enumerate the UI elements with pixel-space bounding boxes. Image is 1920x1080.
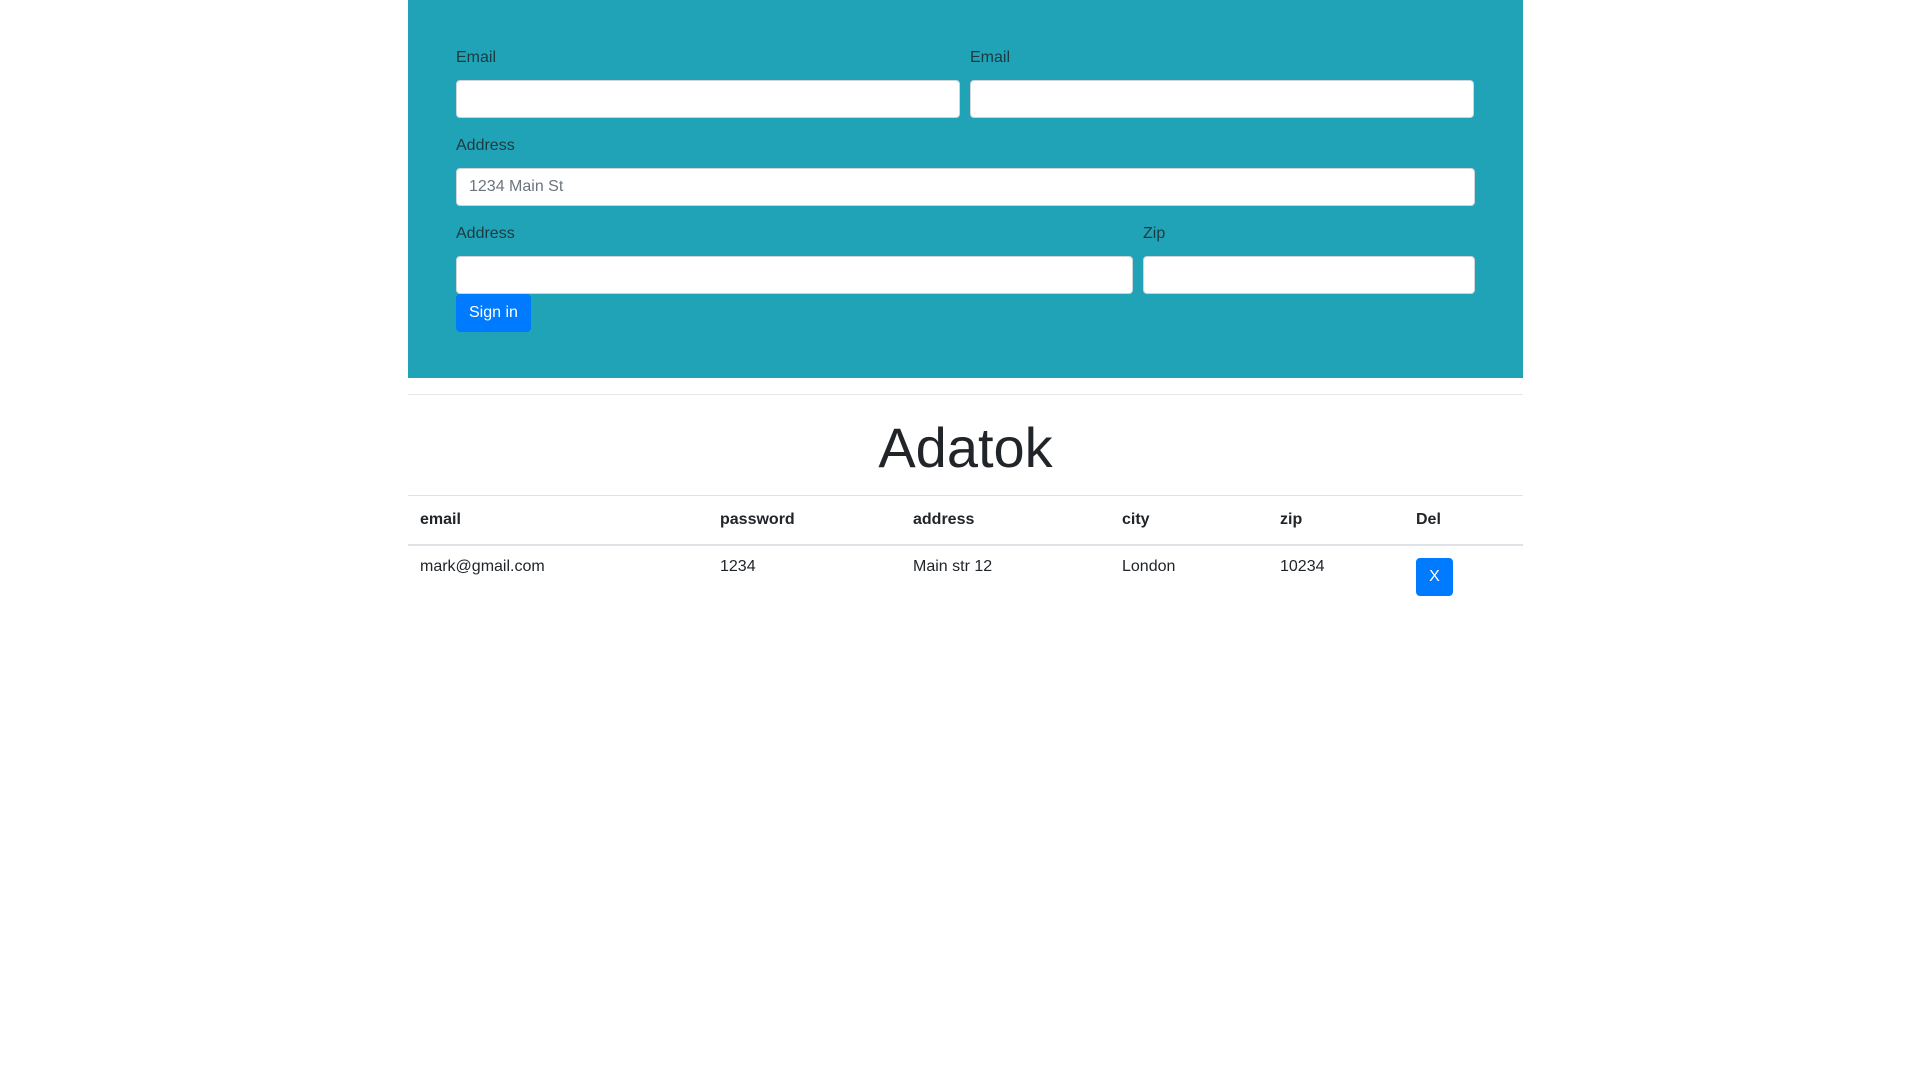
- email-field-2[interactable]: [970, 80, 1474, 118]
- sign-in-button[interactable]: Sign in: [456, 294, 531, 332]
- section-divider: [408, 394, 1523, 395]
- cell-delete: X: [1404, 545, 1523, 608]
- address-group: Address: [456, 136, 1475, 206]
- cell-address: Main str 12: [913, 557, 993, 575]
- form-row-emails: Email Email: [456, 48, 1475, 118]
- cell-zip: 10234: [1280, 557, 1325, 575]
- form-row-address2-zip: Address Zip: [456, 224, 1475, 294]
- column-header-zip: zip: [1268, 495, 1404, 546]
- table-row: mark@gmail.com 1234 Main str 12 London 1…: [408, 545, 1523, 608]
- column-header-city: city: [1110, 495, 1268, 546]
- address-field[interactable]: [456, 168, 1475, 206]
- column-header-email: email: [408, 495, 708, 546]
- form-row-address: Address: [456, 136, 1475, 206]
- zip-field[interactable]: [1143, 256, 1475, 294]
- email-field-1[interactable]: [456, 80, 960, 118]
- address2-field[interactable]: [456, 256, 1133, 294]
- zip-label: Zip: [1143, 225, 1166, 242]
- cell-password: 1234: [720, 557, 756, 575]
- table-header-row: email password address city zip Del: [408, 495, 1523, 546]
- address2-group: Address: [456, 224, 1133, 294]
- delete-row-button[interactable]: X: [1416, 557, 1453, 596]
- column-header-del: Del: [1404, 495, 1523, 546]
- column-header-password: password: [708, 495, 901, 546]
- page-title: Adatok: [878, 416, 1053, 479]
- address-label: Address: [456, 137, 515, 154]
- cell-email: mark@gmail.com: [420, 557, 545, 575]
- email-label-1: Email: [456, 49, 497, 66]
- email-group-1: Email: [456, 48, 960, 118]
- email-group-2: Email: [970, 48, 1474, 118]
- cell-city: London: [1122, 557, 1176, 575]
- address2-label: Address: [456, 225, 515, 242]
- column-header-address: address: [901, 495, 1110, 546]
- email-label-2: Email: [970, 49, 1011, 66]
- data-table: email password address city zip Del mark…: [408, 495, 1523, 608]
- signup-form: Email Email Address Address Zip: [408, 0, 1523, 378]
- zip-group: Zip: [1143, 224, 1475, 294]
- page-container: Email Email Address Address Zip: [408, 0, 1523, 596]
